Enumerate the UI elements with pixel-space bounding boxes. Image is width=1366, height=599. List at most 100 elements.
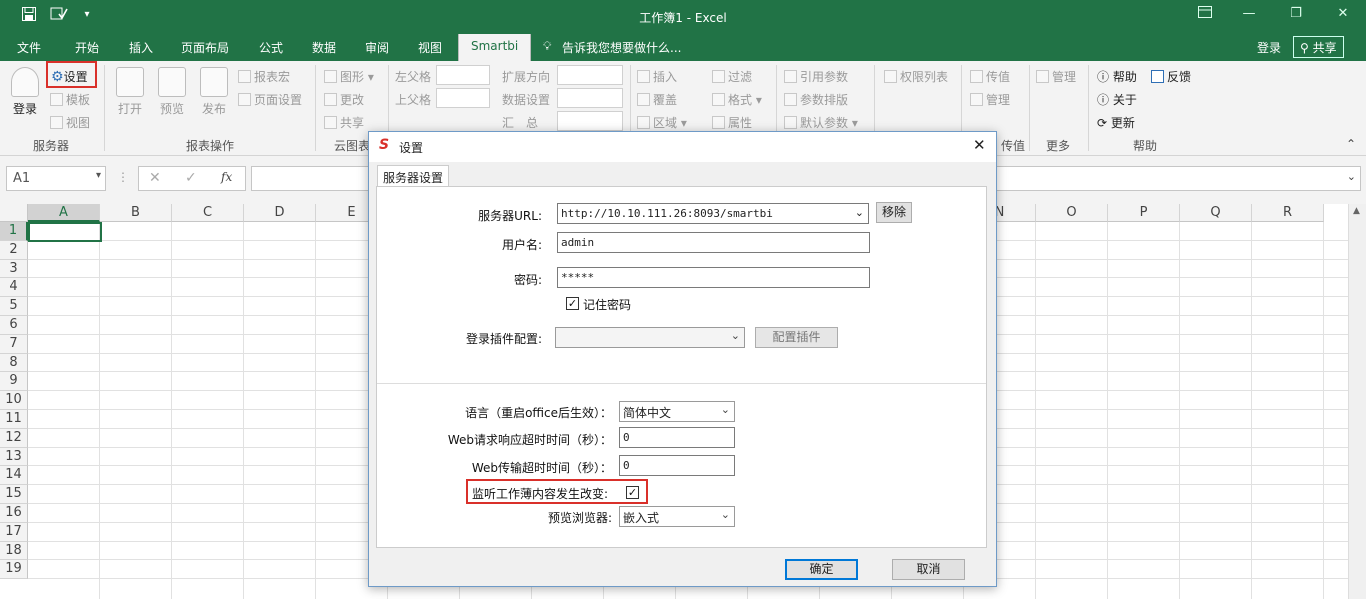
- select-all-corner[interactable]: [0, 204, 28, 222]
- column-header-Q[interactable]: Q: [1180, 204, 1252, 222]
- row-header-11[interactable]: 11: [0, 410, 28, 429]
- format-button[interactable]: 格式 ▾: [712, 91, 762, 108]
- name-box[interactable]: A1 ▾: [6, 166, 106, 191]
- username-field[interactable]: admin: [557, 232, 870, 253]
- cancel-icon[interactable]: ✕: [149, 170, 161, 186]
- view-button[interactable]: 视图: [50, 114, 90, 131]
- summary-select[interactable]: [557, 111, 623, 131]
- column-header-B[interactable]: B: [100, 204, 172, 222]
- permission-list-button[interactable]: 权限列表: [884, 68, 948, 85]
- row-header-13[interactable]: 13: [0, 447, 28, 467]
- plugin-config-select[interactable]: ⌄: [555, 327, 745, 348]
- top-parent-input[interactable]: [436, 88, 490, 108]
- browser-select[interactable]: 嵌入式 ⌄: [619, 506, 735, 527]
- default-params-button[interactable]: 默认参数 ▾: [784, 114, 858, 131]
- restore-icon[interactable]: ❐: [1284, 6, 1308, 26]
- page-setup-button[interactable]: 页面设置: [238, 91, 302, 108]
- row-header-9[interactable]: 9: [0, 372, 28, 392]
- pass-manage-button[interactable]: 管理: [970, 91, 1010, 108]
- row-header-1[interactable]: 1: [0, 222, 28, 241]
- tab-server-settings[interactable]: 服务器设置: [377, 165, 449, 187]
- change-button[interactable]: 更改: [324, 91, 364, 108]
- collapse-ribbon-icon[interactable]: ⌃: [1346, 137, 1356, 151]
- share-chart-button[interactable]: 共享: [324, 114, 364, 131]
- web-timeout-field[interactable]: 0: [619, 427, 735, 448]
- remove-button[interactable]: 移除: [876, 202, 912, 223]
- ref-params-button[interactable]: 引用参数: [784, 68, 848, 85]
- confirm-icon[interactable]: ✓: [185, 170, 197, 186]
- row-header-18[interactable]: 18: [0, 541, 28, 561]
- ok-button[interactable]: 确定: [785, 559, 858, 580]
- remember-password-checkbox[interactable]: ✓: [566, 297, 579, 310]
- transfer-timeout-field[interactable]: 0: [619, 455, 735, 476]
- column-header-P[interactable]: P: [1108, 204, 1180, 222]
- shape-button[interactable]: 图形 ▾: [324, 68, 374, 85]
- column-header-O[interactable]: O: [1036, 204, 1108, 222]
- tab-smartbi[interactable]: Smartbi: [458, 34, 532, 61]
- row-header-14[interactable]: 14: [0, 466, 28, 486]
- open-button[interactable]: 打开: [113, 67, 147, 117]
- cover-button[interactable]: 覆盖: [637, 91, 677, 108]
- row-header-16[interactable]: 16: [0, 504, 28, 523]
- password-field[interactable]: *****: [557, 267, 870, 288]
- expand-formula-icon[interactable]: ⌄: [1347, 170, 1356, 183]
- close-window-icon[interactable]: ✕: [1331, 6, 1355, 26]
- property-button[interactable]: 属性: [712, 114, 752, 131]
- row-header-17[interactable]: 17: [0, 522, 28, 542]
- ribbon-display-icon[interactable]: [1193, 6, 1217, 26]
- row-header-5[interactable]: 5: [0, 297, 28, 316]
- minimize-icon[interactable]: —: [1237, 6, 1261, 26]
- function-icon[interactable]: fx: [221, 170, 232, 184]
- tab-view[interactable]: 视图: [418, 39, 442, 56]
- feedback-button[interactable]: 反馈: [1151, 68, 1191, 85]
- row-header-19[interactable]: 19: [0, 560, 28, 580]
- about-button[interactable]: ⓘ 关于: [1097, 91, 1137, 108]
- row-header-10[interactable]: 10: [0, 391, 28, 410]
- server-url-select[interactable]: http://10.10.111.26:8093/smartbi ⌄: [557, 203, 869, 224]
- configure-plugin-button[interactable]: 配置插件: [755, 327, 838, 348]
- help-button[interactable]: ⓘ 帮助: [1097, 68, 1137, 85]
- publish-button[interactable]: 发布: [197, 67, 231, 117]
- scroll-up-icon[interactable]: ▲: [1353, 206, 1360, 216]
- listen-change-checkbox[interactable]: ✓: [626, 486, 639, 499]
- expand-direction-select[interactable]: [557, 65, 623, 85]
- insert-button[interactable]: 插入: [637, 68, 677, 85]
- settings-button[interactable]: ⚙设置: [46, 61, 97, 88]
- tab-insert[interactable]: 插入: [129, 39, 153, 56]
- row-header-3[interactable]: 3: [0, 259, 28, 279]
- vertical-scrollbar[interactable]: ▲: [1348, 204, 1366, 599]
- language-select[interactable]: 简体中文 ⌄: [619, 401, 735, 422]
- region-button[interactable]: 区域 ▾: [637, 114, 687, 131]
- row-header-7[interactable]: 7: [0, 334, 28, 354]
- row-header-15[interactable]: 15: [0, 485, 28, 504]
- data-setting-select[interactable]: [557, 88, 623, 108]
- update-button[interactable]: ⟳ 更新: [1097, 114, 1135, 131]
- row-header-2[interactable]: 2: [0, 240, 28, 260]
- tab-formulas[interactable]: 公式: [259, 39, 283, 56]
- left-parent-input[interactable]: [436, 65, 490, 85]
- column-header-R[interactable]: R: [1252, 204, 1324, 222]
- account-login[interactable]: 登录: [1257, 39, 1281, 56]
- cancel-button[interactable]: 取消: [892, 559, 965, 580]
- column-header-A[interactable]: A: [28, 204, 100, 222]
- pass-value-button[interactable]: 传值: [970, 68, 1010, 85]
- row-header-8[interactable]: 8: [0, 353, 28, 373]
- share-button[interactable]: ⚲ 共享: [1293, 36, 1344, 58]
- row-header-12[interactable]: 12: [0, 428, 28, 448]
- row-header-4[interactable]: 4: [0, 278, 28, 298]
- report-macro-button[interactable]: 报表宏: [238, 68, 290, 85]
- params-layout-button[interactable]: 参数排版: [784, 91, 848, 108]
- tab-review[interactable]: 审阅: [365, 39, 389, 56]
- preview-button[interactable]: 预览: [155, 67, 189, 117]
- column-header-C[interactable]: C: [172, 204, 244, 222]
- column-header-D[interactable]: D: [244, 204, 316, 222]
- tab-page-layout[interactable]: 页面布局: [181, 39, 229, 56]
- filter-button[interactable]: 过滤: [712, 68, 752, 85]
- tab-data[interactable]: 数据: [312, 39, 336, 56]
- row-header-6[interactable]: 6: [0, 316, 28, 335]
- more-manage-button[interactable]: 管理: [1036, 68, 1076, 85]
- tab-home[interactable]: 开始: [75, 39, 99, 56]
- login-button[interactable]: 登录: [8, 67, 42, 117]
- tab-file[interactable]: 文件: [17, 39, 41, 56]
- tell-me-box[interactable]: 告诉我您想要做什么...: [562, 39, 681, 56]
